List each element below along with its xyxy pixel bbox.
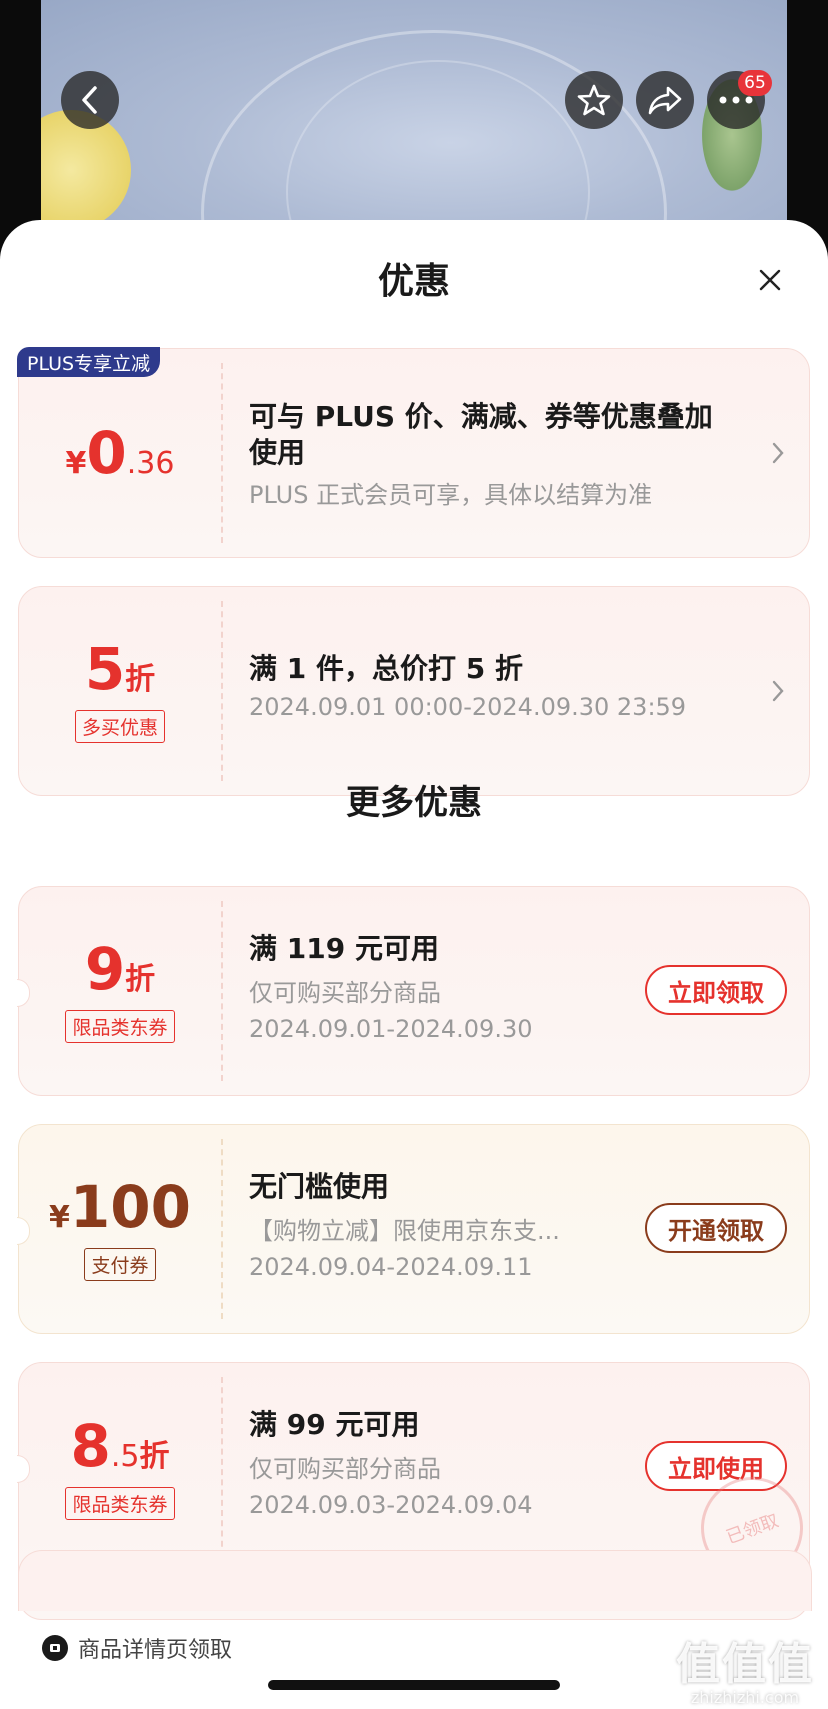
card-condition: 满 119 元可用: [249, 932, 439, 965]
card-scope: 仅可购买部分商品: [249, 979, 441, 1007]
card-desc: 可与 PLUS 价、满减、券等优惠叠加: [249, 400, 713, 433]
close-button[interactable]: [752, 262, 788, 298]
sheet-title: 优惠: [377, 261, 450, 302]
card-amount-area: 5折 多买优惠: [19, 587, 221, 795]
discount-sheet: 优惠 PLUS专享立减 ¥0.36 可与 PLUS 价、满减、券等优惠叠加 使用…: [0, 220, 828, 1709]
card-validity: 2024.09.01 00:00-2024.09.30 23:59: [249, 693, 687, 721]
coupon-tag: 支付券: [84, 1247, 156, 1281]
activate-claim-button[interactable]: 开通领取: [645, 1203, 787, 1253]
more-discounts-title: 更多优惠: [346, 783, 482, 823]
card-amount-area: ¥100 支付券: [19, 1125, 221, 1333]
favorite-button[interactable]: [565, 71, 623, 129]
close-icon: [759, 269, 781, 291]
more-icon: [719, 96, 753, 104]
card-divider: [221, 1139, 223, 1319]
card-content: 满 1 件，总价打 5 折 2024.09.01 00:00-2024.09.3…: [249, 587, 739, 795]
back-arrow-icon: [82, 86, 97, 114]
plus-discount-card[interactable]: PLUS专享立减 ¥0.36 可与 PLUS 价、满减、券等优惠叠加 使用 PL…: [17, 347, 810, 558]
card-validity: 2024.09.03-2024.09.04: [249, 1491, 533, 1519]
multi-buy-card[interactable]: 5折 多买优惠 满 1 件，总价打 5 折 2024.09.01 00:00-2…: [18, 586, 810, 796]
discount-amount: ¥0.36: [65, 419, 175, 487]
payment-coupon-card: ¥100 支付券 无门槛使用 【购物立减】限使用京东支... 2024.09.0…: [17, 1124, 810, 1334]
card-divider: [221, 1377, 223, 1557]
share-icon: [648, 86, 682, 115]
share-button[interactable]: [636, 71, 694, 129]
card-condition: 满 99 元可用: [249, 1408, 420, 1441]
back-button[interactable]: [61, 71, 119, 129]
chevron-right-icon: [772, 442, 784, 464]
card-scope: 【购物立减】限使用京东支...: [249, 1217, 560, 1245]
coupon-tag: 多买优惠: [74, 709, 165, 743]
coupon-tag: 限品类东券: [65, 1486, 175, 1520]
coupon-tag: 限品类东券: [65, 1009, 175, 1043]
card-condition: 无门槛使用: [249, 1170, 390, 1203]
next-coupon-card: [18, 1550, 812, 1611]
card-amount-area: 9折 限品类东券: [19, 887, 221, 1095]
card-divider: [221, 363, 223, 543]
card-amount-area: ¥0.36: [19, 349, 221, 557]
card-content: 可与 PLUS 价、满减、券等优惠叠加 使用 PLUS 正式会员可享，具体以结算…: [249, 349, 739, 557]
home-indicator: [268, 1680, 560, 1690]
card-divider: [221, 601, 223, 781]
card-desc-cont: 使用: [249, 436, 306, 469]
chevron-right-icon: [772, 680, 784, 702]
watermark-url: zhizhizhi.com: [690, 1688, 800, 1707]
card-desc: 满 1 件，总价打 5 折: [249, 652, 523, 685]
card-validity: 2024.09.01-2024.09.30: [249, 1015, 533, 1043]
discount-amount: 9折: [84, 934, 156, 1003]
site-watermark: 值值值 zhizhizhi.com: [676, 1628, 814, 1707]
star-icon: [577, 84, 611, 116]
watermark-logo: 值值值: [676, 1639, 814, 1690]
claim-button[interactable]: 立即领取: [645, 965, 787, 1015]
card-note: PLUS 正式会员可享，具体以结算为准: [249, 481, 653, 509]
discount-amount: 5折: [84, 634, 156, 703]
coupon-card: 9折 限品类东券 满 119 元可用 仅可购买部分商品 2024.09.01-2…: [17, 886, 810, 1096]
card-validity: 2024.09.04-2024.09.11: [249, 1253, 533, 1281]
card-amount-area: 8.5折 限品类东券: [19, 1363, 221, 1573]
coupon-source-text: 商品详情页领取: [78, 1638, 233, 1663]
card-divider: [221, 901, 223, 1081]
coupon-icon: [42, 1635, 68, 1661]
notification-badge: 65: [738, 70, 772, 96]
discount-amount: 8.5折: [70, 1411, 170, 1480]
card-scope: 仅可购买部分商品: [249, 1455, 441, 1483]
discount-amount: ¥100: [49, 1172, 191, 1241]
